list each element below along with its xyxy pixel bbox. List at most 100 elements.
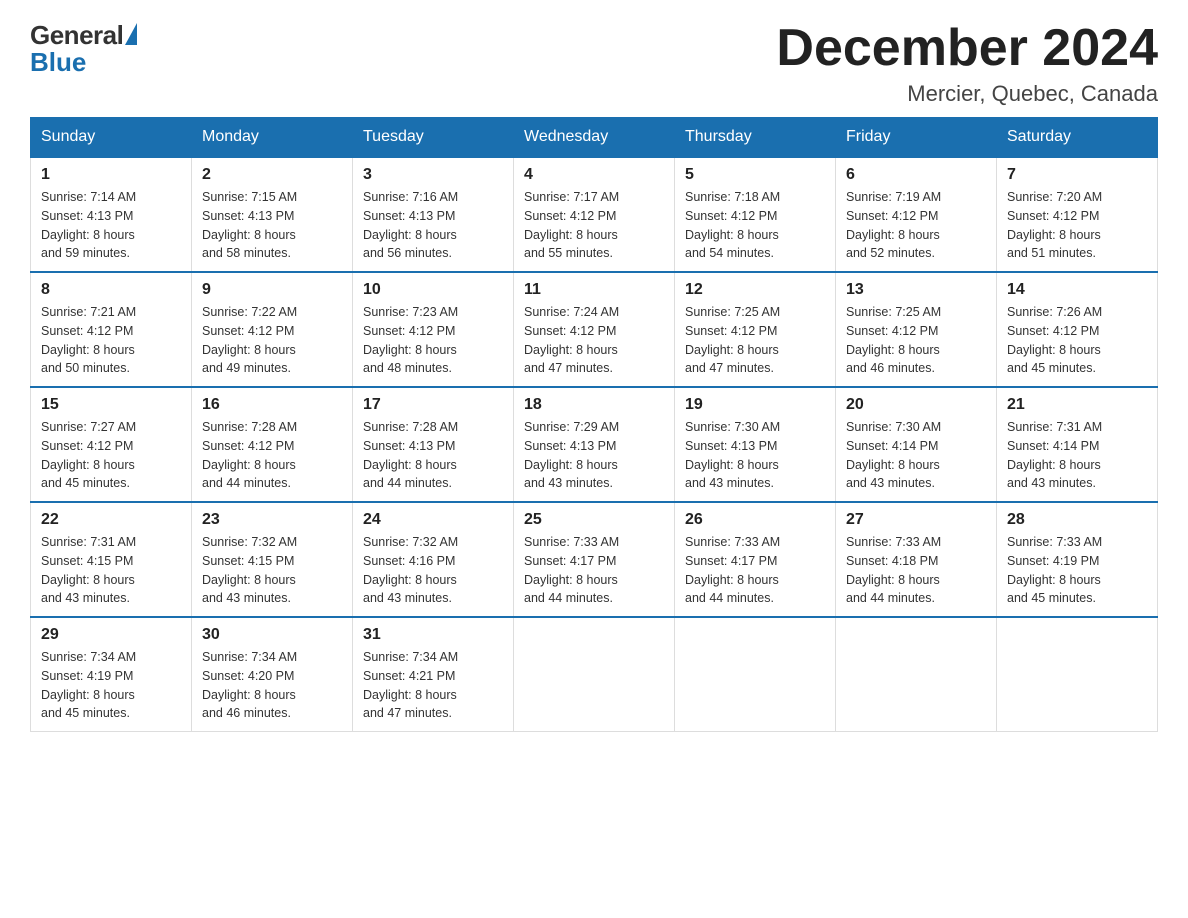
day-info: Sunrise: 7:33 AM Sunset: 4:19 PM Dayligh… [1007, 533, 1147, 608]
table-row: 10 Sunrise: 7:23 AM Sunset: 4:12 PM Dayl… [353, 272, 514, 387]
day-number: 16 [202, 396, 342, 414]
table-row: 24 Sunrise: 7:32 AM Sunset: 4:16 PM Dayl… [353, 502, 514, 617]
day-info: Sunrise: 7:16 AM Sunset: 4:13 PM Dayligh… [363, 188, 503, 263]
day-info: Sunrise: 7:32 AM Sunset: 4:16 PM Dayligh… [363, 533, 503, 608]
day-info: Sunrise: 7:25 AM Sunset: 4:12 PM Dayligh… [846, 303, 986, 378]
table-row: 15 Sunrise: 7:27 AM Sunset: 4:12 PM Dayl… [31, 387, 192, 502]
table-row: 28 Sunrise: 7:33 AM Sunset: 4:19 PM Dayl… [997, 502, 1158, 617]
table-row: 7 Sunrise: 7:20 AM Sunset: 4:12 PM Dayli… [997, 157, 1158, 272]
table-row: 12 Sunrise: 7:25 AM Sunset: 4:12 PM Dayl… [675, 272, 836, 387]
day-number: 27 [846, 511, 986, 529]
table-row: 19 Sunrise: 7:30 AM Sunset: 4:13 PM Dayl… [675, 387, 836, 502]
day-number: 8 [41, 281, 181, 299]
day-number: 26 [685, 511, 825, 529]
day-info: Sunrise: 7:17 AM Sunset: 4:12 PM Dayligh… [524, 188, 664, 263]
day-info: Sunrise: 7:30 AM Sunset: 4:14 PM Dayligh… [846, 418, 986, 493]
table-row: 6 Sunrise: 7:19 AM Sunset: 4:12 PM Dayli… [836, 157, 997, 272]
header-saturday: Saturday [997, 118, 1158, 158]
day-info: Sunrise: 7:19 AM Sunset: 4:12 PM Dayligh… [846, 188, 986, 263]
day-info: Sunrise: 7:31 AM Sunset: 4:15 PM Dayligh… [41, 533, 181, 608]
table-row: 16 Sunrise: 7:28 AM Sunset: 4:12 PM Dayl… [192, 387, 353, 502]
day-number: 13 [846, 281, 986, 299]
day-info: Sunrise: 7:32 AM Sunset: 4:15 PM Dayligh… [202, 533, 342, 608]
calendar-week-1: 1 Sunrise: 7:14 AM Sunset: 4:13 PM Dayli… [31, 157, 1158, 272]
day-number: 11 [524, 281, 664, 299]
day-number: 17 [363, 396, 503, 414]
page-header: General Blue December 2024 Mercier, Queb… [30, 20, 1158, 107]
day-info: Sunrise: 7:20 AM Sunset: 4:12 PM Dayligh… [1007, 188, 1147, 263]
table-row: 3 Sunrise: 7:16 AM Sunset: 4:13 PM Dayli… [353, 157, 514, 272]
day-info: Sunrise: 7:26 AM Sunset: 4:12 PM Dayligh… [1007, 303, 1147, 378]
table-row: 1 Sunrise: 7:14 AM Sunset: 4:13 PM Dayli… [31, 157, 192, 272]
day-info: Sunrise: 7:21 AM Sunset: 4:12 PM Dayligh… [41, 303, 181, 378]
day-info: Sunrise: 7:34 AM Sunset: 4:21 PM Dayligh… [363, 648, 503, 723]
table-row: 30 Sunrise: 7:34 AM Sunset: 4:20 PM Dayl… [192, 617, 353, 732]
day-info: Sunrise: 7:33 AM Sunset: 4:18 PM Dayligh… [846, 533, 986, 608]
day-number: 14 [1007, 281, 1147, 299]
day-info: Sunrise: 7:24 AM Sunset: 4:12 PM Dayligh… [524, 303, 664, 378]
header-monday: Monday [192, 118, 353, 158]
day-number: 18 [524, 396, 664, 414]
day-number: 15 [41, 396, 181, 414]
logo: General Blue [30, 20, 137, 78]
day-info: Sunrise: 7:22 AM Sunset: 4:12 PM Dayligh… [202, 303, 342, 378]
location-title: Mercier, Quebec, Canada [776, 81, 1158, 107]
table-row: 18 Sunrise: 7:29 AM Sunset: 4:13 PM Dayl… [514, 387, 675, 502]
logo-blue-text: Blue [30, 47, 86, 78]
day-info: Sunrise: 7:14 AM Sunset: 4:13 PM Dayligh… [41, 188, 181, 263]
day-number: 22 [41, 511, 181, 529]
day-info: Sunrise: 7:34 AM Sunset: 4:19 PM Dayligh… [41, 648, 181, 723]
day-info: Sunrise: 7:33 AM Sunset: 4:17 PM Dayligh… [685, 533, 825, 608]
table-row: 9 Sunrise: 7:22 AM Sunset: 4:12 PM Dayli… [192, 272, 353, 387]
month-title: December 2024 [776, 20, 1158, 77]
day-info: Sunrise: 7:23 AM Sunset: 4:12 PM Dayligh… [363, 303, 503, 378]
day-number: 29 [41, 626, 181, 644]
table-row: 31 Sunrise: 7:34 AM Sunset: 4:21 PM Dayl… [353, 617, 514, 732]
day-number: 1 [41, 166, 181, 184]
table-row: 27 Sunrise: 7:33 AM Sunset: 4:18 PM Dayl… [836, 502, 997, 617]
calendar-week-2: 8 Sunrise: 7:21 AM Sunset: 4:12 PM Dayli… [31, 272, 1158, 387]
table-row: 23 Sunrise: 7:32 AM Sunset: 4:15 PM Dayl… [192, 502, 353, 617]
day-info: Sunrise: 7:15 AM Sunset: 4:13 PM Dayligh… [202, 188, 342, 263]
table-row: 26 Sunrise: 7:33 AM Sunset: 4:17 PM Dayl… [675, 502, 836, 617]
day-info: Sunrise: 7:27 AM Sunset: 4:12 PM Dayligh… [41, 418, 181, 493]
header-thursday: Thursday [675, 118, 836, 158]
table-row [997, 617, 1158, 732]
day-info: Sunrise: 7:31 AM Sunset: 4:14 PM Dayligh… [1007, 418, 1147, 493]
day-info: Sunrise: 7:18 AM Sunset: 4:12 PM Dayligh… [685, 188, 825, 263]
day-number: 2 [202, 166, 342, 184]
table-row: 2 Sunrise: 7:15 AM Sunset: 4:13 PM Dayli… [192, 157, 353, 272]
day-info: Sunrise: 7:33 AM Sunset: 4:17 PM Dayligh… [524, 533, 664, 608]
day-number: 10 [363, 281, 503, 299]
table-row: 17 Sunrise: 7:28 AM Sunset: 4:13 PM Dayl… [353, 387, 514, 502]
day-number: 7 [1007, 166, 1147, 184]
calendar-header-row: Sunday Monday Tuesday Wednesday Thursday… [31, 118, 1158, 158]
day-number: 25 [524, 511, 664, 529]
day-number: 19 [685, 396, 825, 414]
title-section: December 2024 Mercier, Quebec, Canada [776, 20, 1158, 107]
table-row: 13 Sunrise: 7:25 AM Sunset: 4:12 PM Dayl… [836, 272, 997, 387]
day-number: 28 [1007, 511, 1147, 529]
day-number: 30 [202, 626, 342, 644]
day-info: Sunrise: 7:29 AM Sunset: 4:13 PM Dayligh… [524, 418, 664, 493]
day-info: Sunrise: 7:34 AM Sunset: 4:20 PM Dayligh… [202, 648, 342, 723]
header-wednesday: Wednesday [514, 118, 675, 158]
day-number: 31 [363, 626, 503, 644]
table-row [514, 617, 675, 732]
day-number: 3 [363, 166, 503, 184]
header-sunday: Sunday [31, 118, 192, 158]
table-row: 14 Sunrise: 7:26 AM Sunset: 4:12 PM Dayl… [997, 272, 1158, 387]
day-number: 4 [524, 166, 664, 184]
day-number: 20 [846, 396, 986, 414]
calendar-week-4: 22 Sunrise: 7:31 AM Sunset: 4:15 PM Dayl… [31, 502, 1158, 617]
table-row: 22 Sunrise: 7:31 AM Sunset: 4:15 PM Dayl… [31, 502, 192, 617]
table-row [675, 617, 836, 732]
day-number: 12 [685, 281, 825, 299]
day-info: Sunrise: 7:28 AM Sunset: 4:13 PM Dayligh… [363, 418, 503, 493]
table-row: 29 Sunrise: 7:34 AM Sunset: 4:19 PM Dayl… [31, 617, 192, 732]
day-number: 9 [202, 281, 342, 299]
calendar-table: Sunday Monday Tuesday Wednesday Thursday… [30, 117, 1158, 732]
day-number: 6 [846, 166, 986, 184]
day-number: 23 [202, 511, 342, 529]
day-info: Sunrise: 7:25 AM Sunset: 4:12 PM Dayligh… [685, 303, 825, 378]
